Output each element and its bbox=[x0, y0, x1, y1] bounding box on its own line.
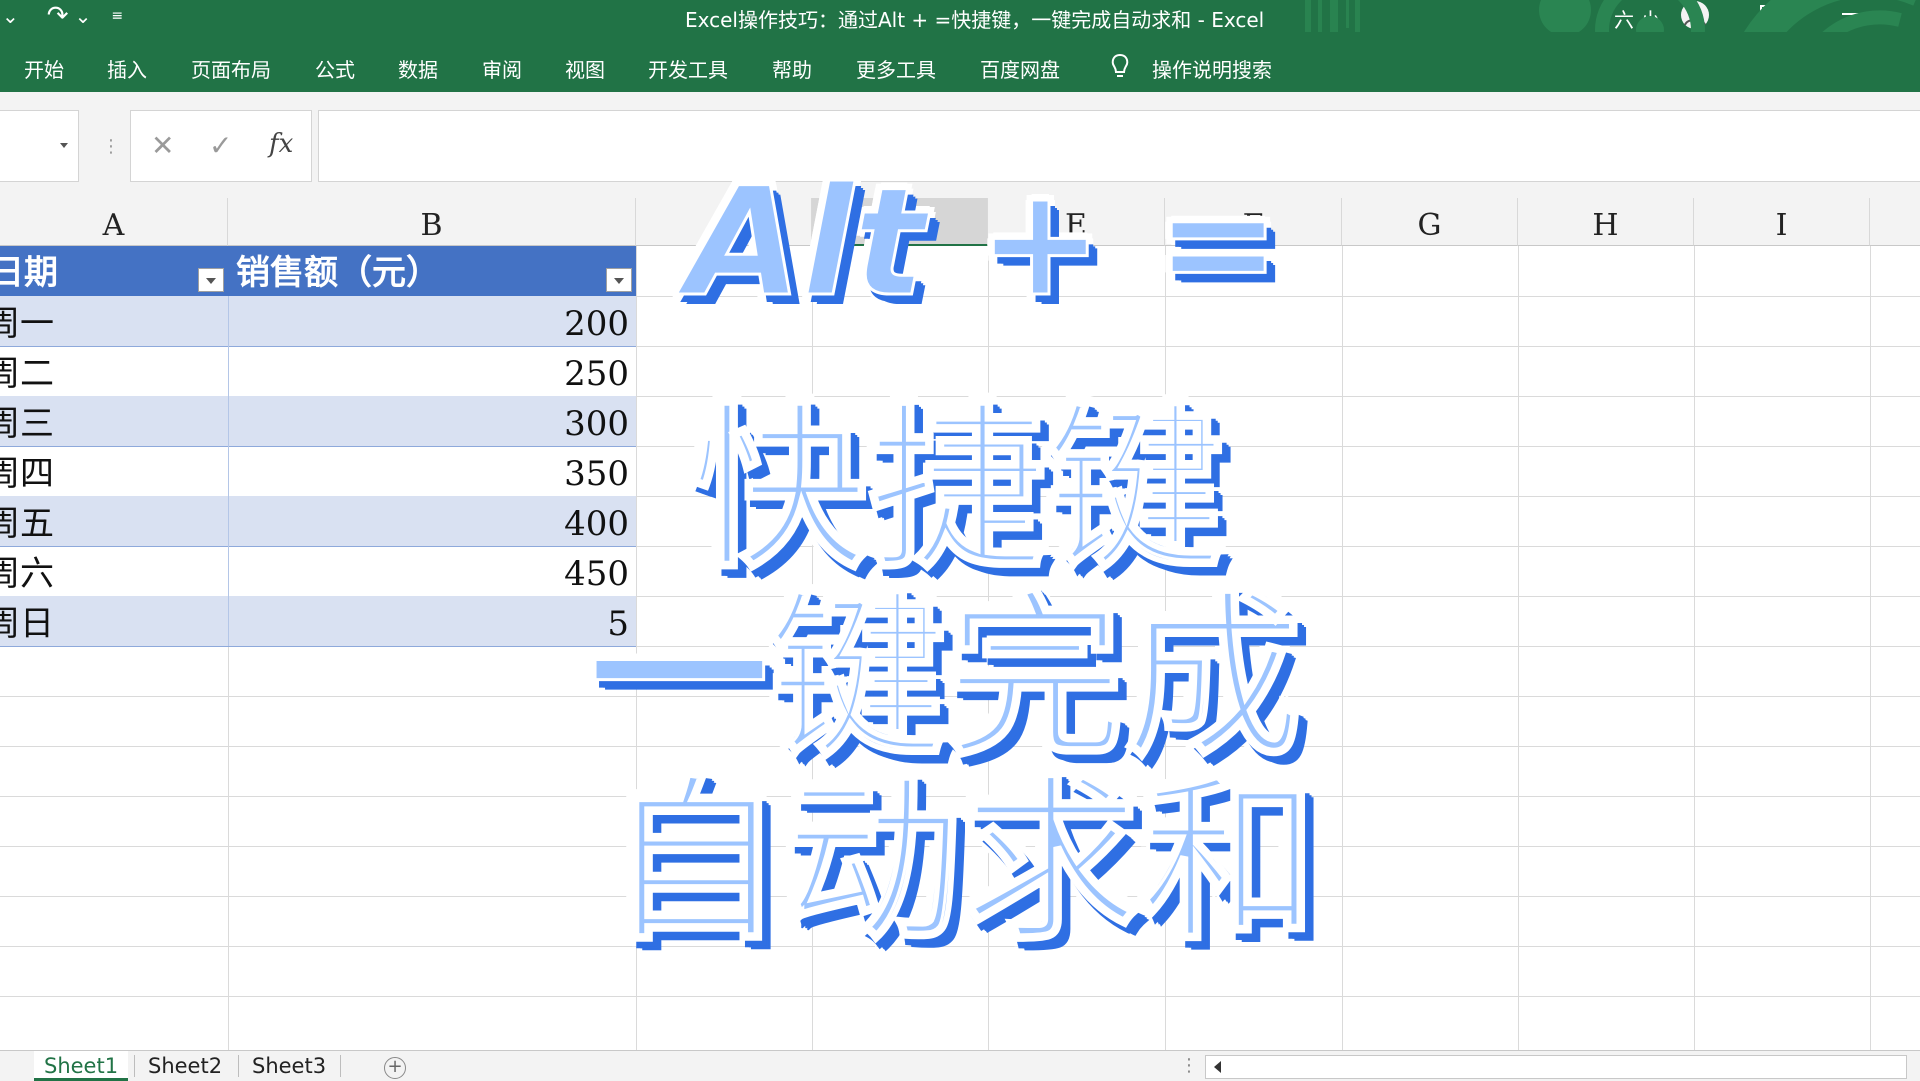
sheet-tab-sheet1[interactable]: Sheet1 bbox=[34, 1051, 129, 1081]
sheet-tab-sheet2[interactable]: Sheet2 bbox=[138, 1051, 232, 1081]
promo-overlay: Alt + = 快捷键 一键完成 自动求和 bbox=[0, 0, 1920, 1080]
sheet-tabs-bar: Sheet1 Sheet2 Sheet3 + ⋮ bbox=[0, 1050, 1920, 1081]
sheet-tab-sheet3[interactable]: Sheet3 bbox=[242, 1051, 336, 1081]
overlay-line-shortcut: Alt + = bbox=[684, 155, 1282, 332]
add-sheet-icon[interactable]: + bbox=[384, 1057, 406, 1079]
scroll-left-icon[interactable] bbox=[1214, 1061, 1221, 1073]
tab-splitter-icon[interactable]: ⋮ bbox=[1180, 1055, 1198, 1076]
overlay-line-autosum: 自动求和 bbox=[605, 757, 1320, 967]
horizontal-scrollbar[interactable] bbox=[1205, 1055, 1907, 1079]
